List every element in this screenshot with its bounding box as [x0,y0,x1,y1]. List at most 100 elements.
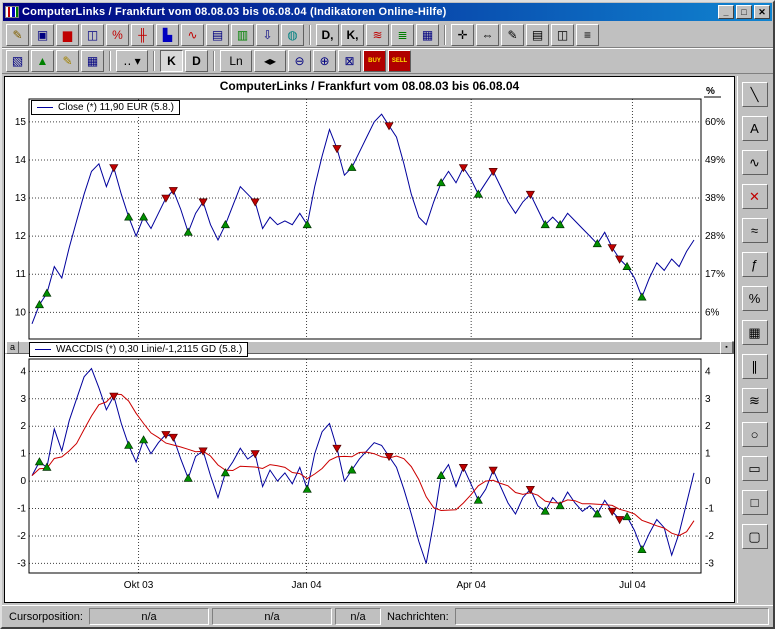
trend-line-tool[interactable]: ╲ [742,82,768,107]
app-icon [5,6,19,18]
zoom-in-icon[interactable]: ⊕ [313,50,336,72]
grid-hatch-tool[interactable]: ▦ [742,320,768,345]
move-icon[interactable]: ⇔ [476,24,499,46]
percent-view-icon[interactable]: % [106,24,129,46]
ln-scale-button[interactable]: Ln [220,50,252,72]
report-icon[interactable]: ▥ [231,24,254,46]
svg-text:6%: 6% [705,307,720,318]
svg-text:14: 14 [15,155,27,166]
daily-period-button[interactable]: D, [316,24,339,46]
svg-text:0: 0 [20,476,26,487]
svg-text:-2: -2 [705,531,714,542]
k-chart-button[interactable]: K [160,50,183,72]
channel-tool[interactable]: ≋ [742,388,768,413]
svg-text:-2: -2 [17,531,26,542]
compare-charts-icon[interactable]: ◫ [81,24,104,46]
edit-chart-icon[interactable]: ✎ [6,24,29,46]
toolbar-separator [109,51,111,71]
web-icon[interactable]: ◍ [281,24,304,46]
window-controls: _ □ ✕ [718,5,770,19]
grid-icon[interactable]: ▦ [416,24,439,46]
svg-text:28%: 28% [705,231,725,242]
cursor-date-value: n/a [335,608,381,625]
svg-text:Jan 04: Jan 04 [292,580,322,591]
indicator-icon[interactable]: ≋ [366,24,389,46]
svg-text:-1: -1 [17,504,26,515]
svg-text:1: 1 [705,449,711,460]
toolbar-separator [444,25,446,45]
zoom-out-icon[interactable]: ⊖ [288,50,311,72]
rounded-rect-tool[interactable]: ▢ [742,524,768,549]
quote-table-icon[interactable]: ▤ [206,24,229,46]
chart-window-icon[interactable]: ▧ [6,50,29,72]
weekly-period-button[interactable]: K, [341,24,364,46]
parallel-lines-tool[interactable]: ∥ [742,354,768,379]
draw-tool-icon[interactable]: ✎ [56,50,79,72]
svg-text:-3: -3 [17,558,26,569]
draw-pencil-icon[interactable]: ✎ [501,24,524,46]
text-tool[interactable]: A [742,116,768,141]
zigzag-tool[interactable]: ≈ [742,218,768,243]
pane-marker[interactable]: a [6,341,19,354]
main-toolbar: ✎▣▆◫%╫▙∿▤▥⇩◍D,K,≋≣▦✛⇔✎▤◫≡ [2,22,773,48]
line-chart-icon[interactable]: ∿ [181,24,204,46]
overlay-icon[interactable]: ≣ [391,24,414,46]
svg-text:Apr 04: Apr 04 [456,580,486,591]
line-style-dropdown[interactable]: ‥ ▾ [116,50,148,72]
circle-tool[interactable]: ○ [742,422,768,447]
svg-text:38%: 38% [705,193,725,204]
svg-text:12: 12 [15,231,27,242]
svg-text:60%: 60% [705,117,725,128]
svg-text:4: 4 [705,366,711,377]
svg-text:2: 2 [705,421,711,432]
svg-text:15: 15 [15,117,27,128]
scroll-arrows-icon[interactable]: ◂▸ [254,50,286,72]
portfolio-icon[interactable]: ▦ [81,50,104,72]
toolbar-separator [309,25,311,45]
cursor-y-value: n/a [212,608,332,625]
columns-icon[interactable]: ◫ [551,24,574,46]
signal-arrows-icon[interactable]: ▲ [31,50,54,72]
close-button[interactable]: ✕ [754,5,770,19]
price-legend-text: Close (*) 11,90 EUR (5.8.) [58,102,174,113]
chart-wrap: 106%1117%1228%1338%1449%1560%-3-3-2-2-1-… [4,76,735,603]
export-icon[interactable]: ⇩ [256,24,279,46]
svg-text:17%: 17% [705,269,725,280]
list-icon[interactable]: ≡ [576,24,599,46]
candle-chart-icon[interactable]: ╫ [131,24,154,46]
price-line-swatch [37,107,53,108]
news-label: Nachrichten: [384,611,452,623]
crosshair-icon[interactable]: ✛ [451,24,474,46]
title-bar: ComputerLinks / Frankfurt vom 08.08.03 b… [3,3,772,21]
chart-plot[interactable]: 106%1117%1228%1338%1449%1560%-3-3-2-2-1-… [5,77,734,602]
d-chart-button[interactable]: D [185,50,208,72]
delete-drawing-tool[interactable]: ✕ [742,184,768,209]
maximize-button[interactable]: □ [736,5,752,19]
sell-signal-button[interactable]: SELL [388,50,411,72]
volume-chart-icon[interactable]: ▙ [156,24,179,46]
rectangle-tool[interactable]: □ [742,490,768,515]
copy-chart-icon[interactable]: ▣ [31,24,54,46]
bar-chart-icon[interactable]: ▆ [56,24,79,46]
buy-signal-button[interactable]: BUY [363,50,386,72]
cursor-position-label: Cursorposition: [6,611,86,623]
svg-text:0: 0 [705,476,711,487]
svg-text:-3: -3 [705,558,714,569]
svg-text:3: 3 [705,394,711,405]
percent-lines-tool[interactable]: % [742,286,768,311]
chart-toolbar: ▧▲✎▦ ‥ ▾ KD Ln◂▸⊖⊕⊠BUYSELL [2,48,773,74]
minimize-button[interactable]: _ [718,5,734,19]
freehand-tool[interactable]: ∿ [742,150,768,175]
ellipse-tool[interactable]: ▭ [742,456,768,481]
zoom-range-icon[interactable]: ⊠ [338,50,361,72]
svg-text:4: 4 [20,366,26,377]
fibonacci-tool[interactable]: ƒ [742,252,768,277]
news-value [455,608,769,625]
cursor-x-value: n/a [89,608,209,625]
notes-page-icon[interactable]: ▤ [526,24,549,46]
toolbar-separator [213,51,215,71]
indicator-line-swatch [35,349,51,350]
svg-text:1: 1 [20,449,26,460]
splitter-button[interactable]: ▪ [720,341,733,354]
svg-text:49%: 49% [705,155,725,166]
